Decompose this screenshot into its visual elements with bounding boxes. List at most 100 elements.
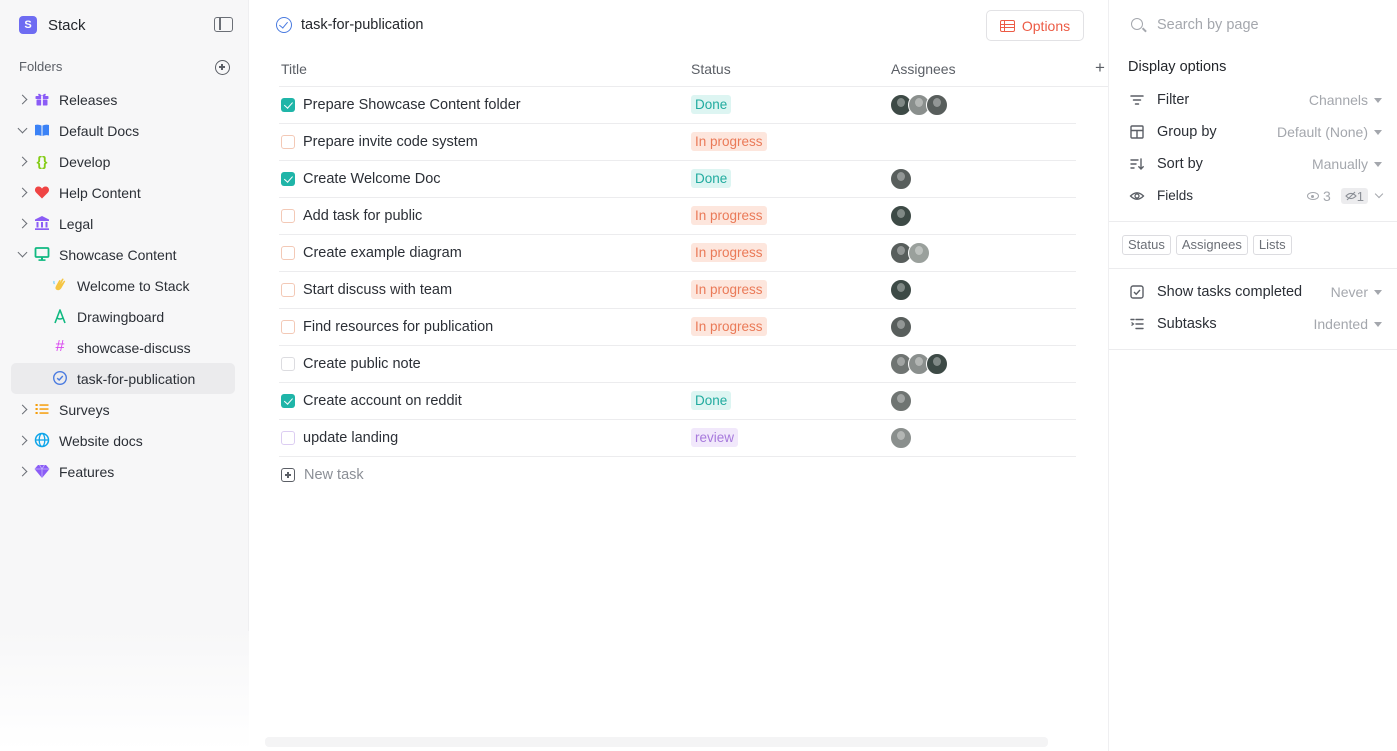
sort-by-option[interactable]: Sort by Manually — [1109, 152, 1397, 176]
task-checkbox[interactable] — [281, 283, 295, 297]
horizontal-scrollbar[interactable] — [265, 737, 1048, 747]
table-row[interactable]: Create Welcome Doc Done — [279, 161, 1076, 198]
chevron-down-icon[interactable] — [17, 247, 28, 258]
table-row[interactable]: Create account on reddit Done — [279, 383, 1076, 420]
assignee-avatars[interactable] — [890, 205, 912, 227]
assignee-avatars[interactable] — [890, 168, 912, 190]
sidebar-item-surveys[interactable]: Surveys — [11, 394, 235, 425]
column-header-assignees[interactable]: Assignees — [891, 61, 956, 77]
task-title[interactable]: Create example diagram — [303, 245, 462, 261]
table-row[interactable]: Prepare Showcase Content folder Done — [279, 87, 1076, 124]
sidebar-item-help-content[interactable]: Help Content — [11, 177, 235, 208]
status-badge[interactable]: Done — [691, 95, 732, 114]
subtasks-value[interactable]: Indented — [1314, 316, 1382, 332]
sort-by-value[interactable]: Manually — [1312, 156, 1382, 172]
sidebar-item-showcase-content[interactable]: Showcase Content — [11, 239, 235, 270]
sidebar-toggle-icon[interactable] — [214, 17, 233, 32]
assignee-avatars[interactable] — [890, 94, 948, 116]
status-badge[interactable]: In progress — [691, 243, 767, 262]
table-row[interactable]: Create example diagram In progress — [279, 235, 1076, 272]
hidden-fields-pill[interactable]: 1 — [1340, 188, 1368, 204]
filter-option[interactable]: Filter Channels — [1109, 88, 1397, 112]
task-checkbox[interactable] — [281, 246, 295, 260]
field-chip-lists[interactable]: Lists — [1252, 235, 1292, 255]
status-badge[interactable]: In progress — [691, 206, 767, 225]
assignee-avatars[interactable] — [890, 316, 912, 338]
assignee-avatars[interactable] — [890, 242, 930, 264]
sidebar-item-showcase-discuss[interactable]: # showcase-discuss — [11, 332, 235, 363]
workspace-switcher[interactable]: S Stack — [19, 15, 86, 35]
column-header-title[interactable]: Title — [281, 61, 307, 77]
assignee-avatars[interactable] — [890, 390, 912, 412]
task-title[interactable]: update landing — [303, 430, 398, 446]
chevron-right-icon[interactable] — [17, 94, 28, 105]
table-row[interactable]: update landing review — [279, 420, 1076, 457]
status-badge[interactable]: In progress — [691, 317, 767, 336]
task-checkbox[interactable] — [281, 357, 295, 371]
sidebar-item-drawingboard[interactable]: Drawingboard — [11, 301, 235, 332]
assignee-avatars[interactable] — [890, 427, 912, 449]
chevron-right-icon[interactable] — [17, 218, 28, 229]
task-checkbox[interactable] — [281, 320, 295, 334]
table-row[interactable]: Find resources for publication In progre… — [279, 309, 1076, 346]
task-title[interactable]: Add task for public — [303, 208, 422, 224]
sidebar-item-develop[interactable]: {} Develop — [11, 146, 235, 177]
assignee-avatars[interactable] — [890, 279, 912, 301]
status-badge[interactable]: review — [691, 428, 739, 447]
field-chip-status[interactable]: Status — [1122, 235, 1171, 255]
status-badge[interactable]: Done — [691, 169, 732, 188]
group-by-option[interactable]: Group by Default (None) — [1109, 120, 1397, 144]
fields-value[interactable]: 3 1 — [1306, 188, 1384, 204]
sidebar-item-legal[interactable]: Legal — [11, 208, 235, 239]
table-row[interactable]: Add task for public In progress — [279, 198, 1076, 235]
sidebar-item-website-docs[interactable]: Website docs — [11, 425, 235, 456]
show-completed-value[interactable]: Never — [1331, 284, 1382, 300]
options-button[interactable]: Options — [986, 10, 1084, 41]
task-title[interactable]: Start discuss with team — [303, 282, 452, 298]
task-title[interactable]: Create Welcome Doc — [303, 171, 441, 187]
table-row[interactable]: Prepare invite code system In progress — [279, 124, 1076, 161]
task-title[interactable]: Prepare invite code system — [303, 134, 478, 150]
sidebar-item-releases[interactable]: Releases — [11, 84, 235, 115]
assignee-avatars[interactable] — [890, 353, 948, 375]
chevron-right-icon[interactable] — [17, 404, 28, 415]
new-task-button[interactable]: New task — [281, 467, 364, 483]
globe-icon — [34, 432, 50, 448]
table-row[interactable]: Start discuss with team In progress — [279, 272, 1076, 309]
task-title[interactable]: Create public note — [303, 356, 421, 372]
chevron-right-icon[interactable] — [17, 435, 28, 446]
task-checkbox[interactable] — [281, 431, 295, 445]
status-badge[interactable]: In progress — [691, 132, 767, 151]
column-header-status[interactable]: Status — [691, 61, 731, 77]
status-badge[interactable]: In progress — [691, 280, 767, 299]
chevron-down-icon[interactable] — [17, 123, 28, 134]
task-checkbox[interactable] — [281, 135, 295, 149]
sidebar-item-features[interactable]: Features — [11, 456, 235, 487]
sidebar-item-welcome-to-stack[interactable]: Welcome to Stack — [11, 270, 235, 301]
subtasks-option[interactable]: Subtasks Indented — [1109, 312, 1397, 336]
task-title[interactable]: Prepare Showcase Content folder — [303, 97, 521, 113]
search-input[interactable] — [1157, 15, 1377, 35]
task-checkbox[interactable] — [281, 98, 295, 112]
fields-option[interactable]: Fields 3 1 — [1109, 184, 1397, 208]
caret-down-icon — [1374, 129, 1382, 135]
show-completed-option[interactable]: Show tasks completed Never — [1109, 280, 1397, 304]
chevron-right-icon[interactable] — [17, 187, 28, 198]
sidebar-item-default-docs[interactable]: Default Docs — [11, 115, 235, 146]
task-checkbox[interactable] — [281, 394, 295, 408]
filter-label: Filter — [1157, 92, 1190, 108]
add-folder-icon[interactable] — [215, 60, 230, 75]
chevron-right-icon[interactable] — [17, 156, 28, 167]
sidebar-item-task-for-publication[interactable]: task-for-publication — [11, 363, 235, 394]
chevron-right-icon[interactable] — [17, 466, 28, 477]
add-column-button[interactable]: + — [1095, 58, 1105, 78]
filter-value[interactable]: Channels — [1309, 92, 1382, 108]
field-chip-assignees[interactable]: Assignees — [1175, 235, 1248, 255]
task-title[interactable]: Create account on reddit — [303, 393, 462, 409]
status-badge[interactable]: Done — [691, 391, 732, 410]
task-checkbox[interactable] — [281, 172, 295, 186]
task-checkbox[interactable] — [281, 209, 295, 223]
table-row[interactable]: Create public note — [279, 346, 1076, 383]
group-by-value[interactable]: Default (None) — [1277, 124, 1382, 140]
task-title[interactable]: Find resources for publication — [303, 319, 493, 335]
